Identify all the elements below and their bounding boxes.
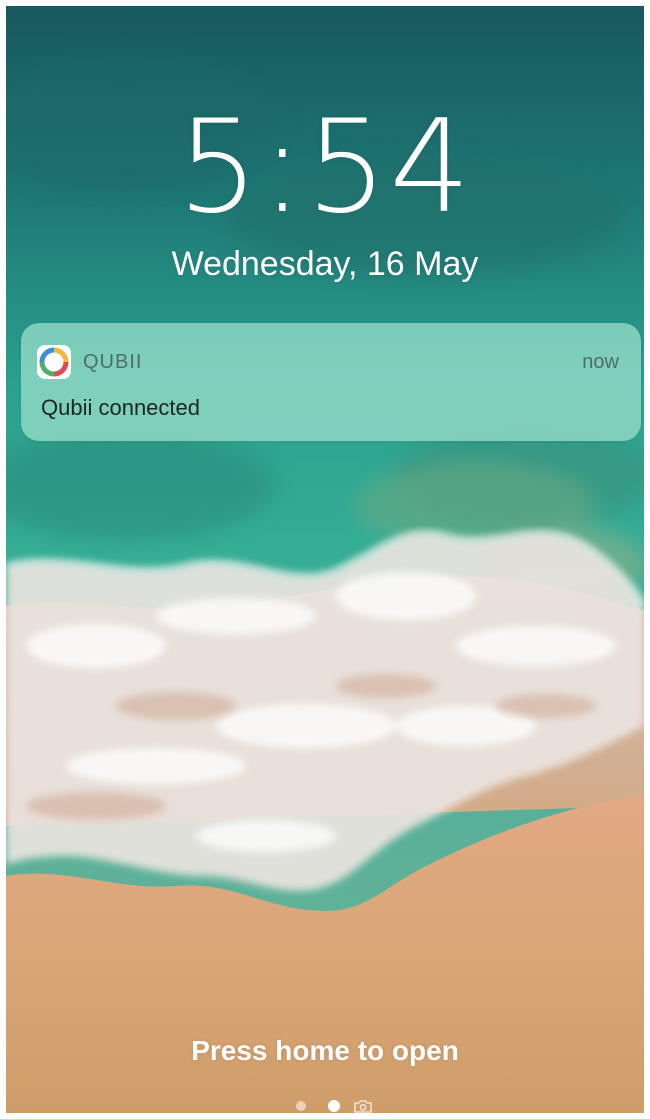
qubii-app-icon <box>37 345 71 379</box>
lock-screen-date: Wednesday, 16 May <box>171 245 479 283</box>
press-home-hint: Press home to open <box>191 1035 459 1066</box>
lock-screen: 5:54 Wednesday, 16 May QUBII now Qubii c… <box>6 6 644 1113</box>
notification-message: Qubii connected <box>41 395 200 420</box>
page-dot-1[interactable] <box>296 1101 306 1111</box>
page-dot-2-active[interactable] <box>328 1100 340 1112</box>
notification-app-name: QUBII <box>83 351 143 373</box>
page-indicator[interactable] <box>292 1096 374 1113</box>
notification-time: now <box>582 351 619 373</box>
notification-banner[interactable]: QUBII now Qubii connected <box>21 323 641 441</box>
camera-icon[interactable] <box>354 1099 372 1113</box>
lock-screen-time: 5:54 <box>177 93 473 242</box>
